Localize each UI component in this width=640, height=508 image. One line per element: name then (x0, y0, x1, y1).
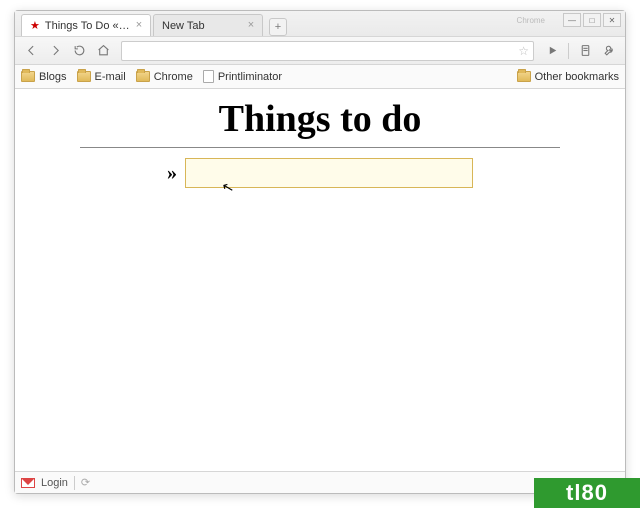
chevron-right-icon: » (167, 162, 177, 185)
new-todo-row: » (15, 158, 625, 188)
forward-button[interactable] (45, 41, 65, 61)
play-icon[interactable] (542, 41, 562, 61)
maximize-button[interactable]: □ (583, 13, 601, 27)
window-controls: — □ ✕ (563, 13, 621, 27)
page-icon (203, 70, 214, 83)
bookmark-page-printliminator[interactable]: Printliminator (203, 70, 282, 83)
close-window-button[interactable]: ✕ (603, 13, 621, 27)
separator (568, 43, 569, 59)
watermark-badge: tl80 (534, 478, 640, 508)
home-button[interactable] (93, 41, 113, 61)
bookmark-label: Chrome (154, 71, 193, 83)
window-brand-label: Chrome (517, 16, 545, 25)
tab-title: Things To Do « ... (45, 20, 130, 32)
bookmark-label: Blogs (39, 71, 67, 83)
bookmark-label: Printliminator (218, 71, 282, 83)
tab-title: New Tab (162, 20, 205, 32)
tab-strip: ★ Things To Do « ... × New Tab × + (21, 11, 287, 36)
close-icon[interactable]: × (132, 18, 146, 32)
page-menu-button[interactable] (575, 41, 595, 61)
reload-button[interactable] (69, 41, 89, 61)
page-title: Things to do (15, 97, 625, 141)
other-bookmarks-button[interactable]: Other bookmarks (517, 71, 619, 83)
bookmark-star-icon[interactable]: ☆ (518, 44, 529, 58)
folder-icon (77, 71, 91, 82)
folder-icon (21, 71, 35, 82)
folder-icon (517, 71, 531, 82)
bookmark-label: E-mail (95, 71, 126, 83)
page-content: Things to do » ↖ (15, 89, 625, 471)
back-button[interactable] (21, 41, 41, 61)
wrench-menu-button[interactable] (599, 41, 619, 61)
minimize-button[interactable]: — (563, 13, 581, 27)
favicon-star: ★ (30, 19, 40, 32)
title-bar: ★ Things To Do « ... × New Tab × + Chrom… (15, 11, 625, 37)
address-bar[interactable]: ☆ (121, 41, 534, 61)
bookmark-folder-email[interactable]: E-mail (77, 71, 126, 83)
navigation-bar: ☆ (15, 37, 625, 65)
close-icon[interactable]: × (244, 18, 258, 32)
gmail-icon (21, 478, 35, 488)
folder-icon (136, 71, 150, 82)
bookmark-label: Other bookmarks (535, 71, 619, 83)
separator (74, 476, 75, 490)
browser-window: ★ Things To Do « ... × New Tab × + Chrom… (14, 10, 626, 494)
bookmarks-bar: Blogs E-mail Chrome Printliminator Other… (15, 65, 625, 89)
login-link[interactable]: Login (41, 477, 68, 489)
heading-rule (80, 147, 560, 148)
tab-active[interactable]: ★ Things To Do « ... × (21, 14, 151, 36)
refresh-icon[interactable]: ⟳ (81, 476, 90, 489)
bookmark-folder-blogs[interactable]: Blogs (21, 71, 67, 83)
tab-inactive[interactable]: New Tab × (153, 14, 263, 36)
new-tab-button[interactable]: + (269, 18, 287, 36)
bookmark-folder-chrome[interactable]: Chrome (136, 71, 193, 83)
